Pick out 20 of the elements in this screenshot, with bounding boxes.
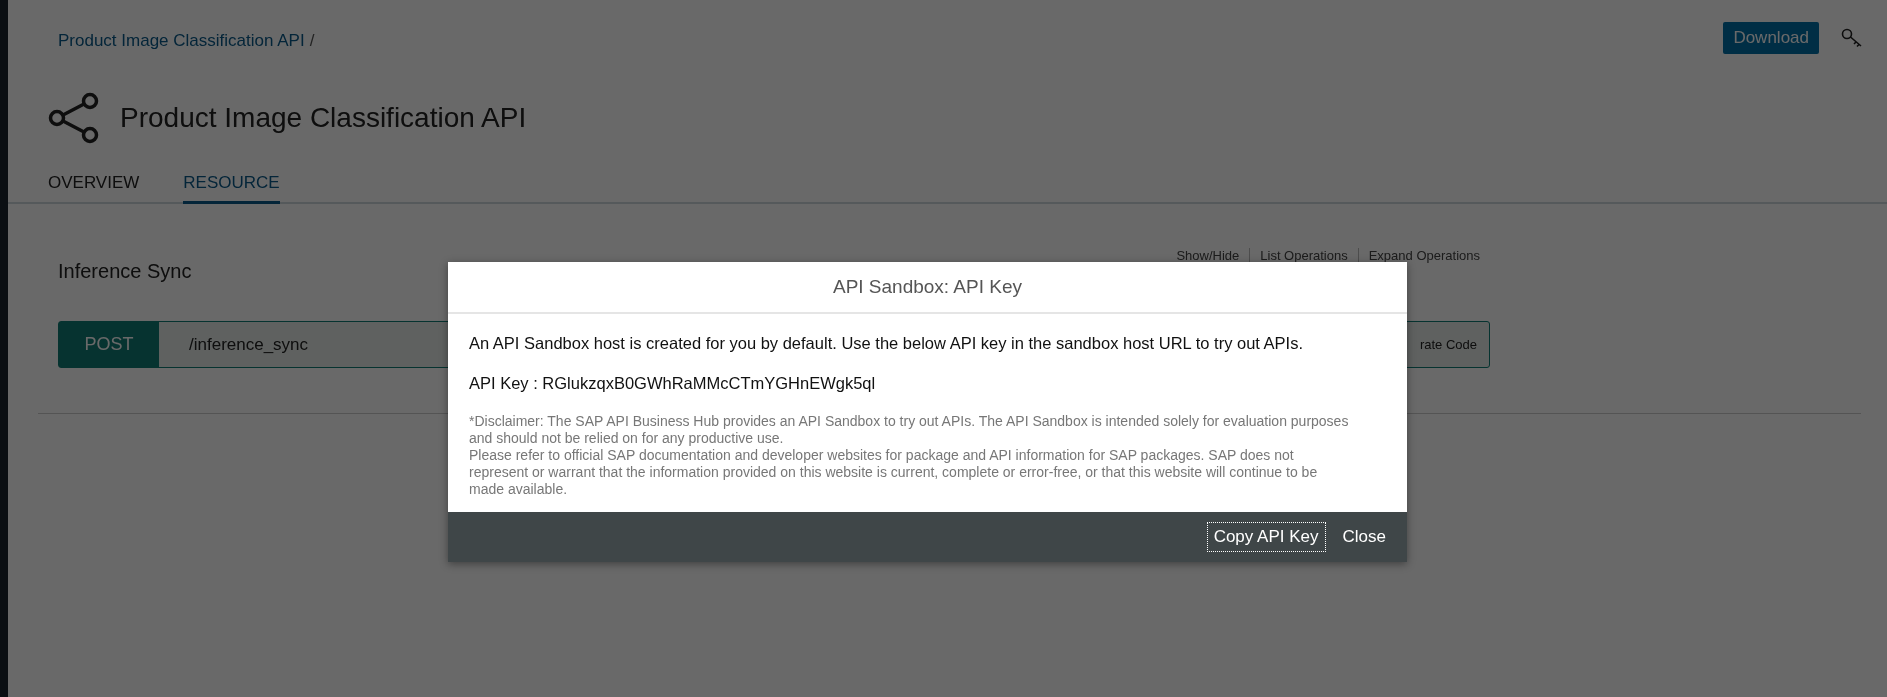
disclaimer-text: Please refer to official SAP documentation and developer websites for package and API information for SAP packages. SAP does not represent or warrant that the information provided on this website is current, complete or error-free, or that this website will continue to be made available.: [469, 447, 1319, 498]
key-icon[interactable]: [1841, 28, 1863, 48]
download-button[interactable]: Download: [1723, 22, 1819, 54]
tab[interactable]: OVERVIEW: [48, 172, 140, 204]
breadcrumb-separator: /: [309, 31, 315, 51]
action-link[interactable]: Show/Hide: [1166, 248, 1250, 263]
api-key-text: API Key : RGlukzqxB0GWhRaMMcCTmYGHnEWgk5ql: [469, 374, 877, 393]
page-title: Product Image Classification API: [120, 102, 527, 134]
tab[interactable]: RESOURCE: [183, 172, 280, 204]
method-badge: POST: [59, 322, 159, 367]
breadcrumb-link[interactable]: Product Image Classification API: [58, 31, 305, 51]
operation-path: /inference_sync: [188, 333, 309, 356]
generate-code-button[interactable]: rate Code: [1407, 322, 1489, 367]
resource-title: Inference Sync: [58, 260, 193, 283]
dialog-message: An API Sandbox host is created for you by default. Use the below API key in the sandbox host URL to try out APIs.: [469, 334, 1305, 353]
share-icon: [48, 92, 100, 144]
dialog-button[interactable]: Copy API Key: [1206, 522, 1326, 552]
dialog-button[interactable]: Close: [1335, 522, 1393, 552]
disclaimer-text: *Disclaimer: The SAP API Business Hub provides an API Sandbox to try out APIs. The API Sandbox is intended solely for evaluation purposes and should not be relied on for any productive use.: [469, 413, 1350, 447]
dialog-title: API Sandbox: API Key: [832, 276, 1023, 298]
